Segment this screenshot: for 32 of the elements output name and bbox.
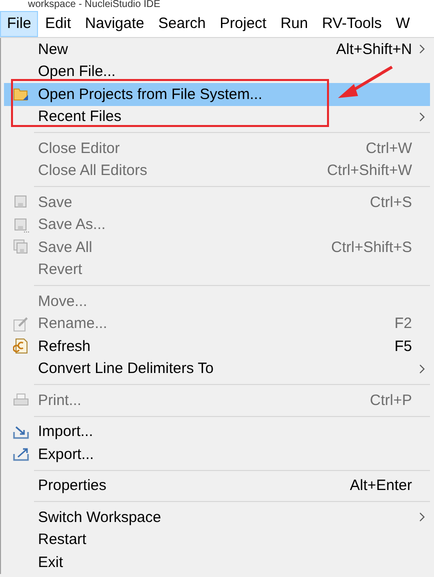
menu-item[interactable]: Import... bbox=[4, 420, 430, 443]
chevron-right-icon bbox=[419, 112, 425, 122]
menu-item[interactable]: Convert Line Delimiters To bbox=[4, 358, 430, 380]
menu-bar-item[interactable]: RV-Tools bbox=[314, 10, 389, 36]
menu-item[interactable]: Refresh F5 bbox=[4, 335, 430, 358]
window-title: workspace - NucleiStudio IDE bbox=[28, 0, 160, 10]
floppy-disks-icon bbox=[13, 239, 29, 256]
chevron-right-icon bbox=[419, 364, 425, 374]
pencil-icon bbox=[13, 316, 29, 332]
menu-bar-item[interactable]: Navigate bbox=[78, 10, 152, 36]
menu-item[interactable]: New Alt+Shift+N bbox=[4, 38, 430, 60]
menu-item[interactable]: Switch Workspace bbox=[4, 506, 430, 528]
refresh-icon bbox=[13, 338, 29, 354]
menu-bar-item[interactable]: Run bbox=[273, 10, 315, 36]
printer-icon bbox=[13, 392, 29, 408]
menu-item[interactable]: Open Projects from File System... bbox=[4, 83, 430, 106]
menu-bar-item[interactable]: Edit bbox=[38, 10, 78, 36]
export-icon bbox=[13, 447, 29, 462]
import-icon bbox=[13, 424, 29, 439]
menu-bar-item[interactable]: File bbox=[0, 10, 38, 36]
menu-bar-item[interactable]: Search bbox=[151, 10, 213, 36]
menu-item[interactable]: Open File... bbox=[4, 60, 430, 83]
chevron-right-icon bbox=[419, 512, 425, 522]
menu-item[interactable]: Properties Alt+Enter bbox=[4, 474, 430, 497]
menu-bar-item[interactable]: W bbox=[388, 10, 417, 36]
folder-icon bbox=[13, 87, 29, 102]
menu-item[interactable]: Exit bbox=[4, 551, 430, 574]
menu-item[interactable]: Export... bbox=[4, 443, 430, 466]
menu-item[interactable]: Restart bbox=[4, 528, 430, 551]
menu-bar-item[interactable]: Project bbox=[212, 10, 274, 36]
chevron-right-icon bbox=[419, 44, 425, 54]
menu-item[interactable]: Recent Files bbox=[4, 106, 430, 128]
